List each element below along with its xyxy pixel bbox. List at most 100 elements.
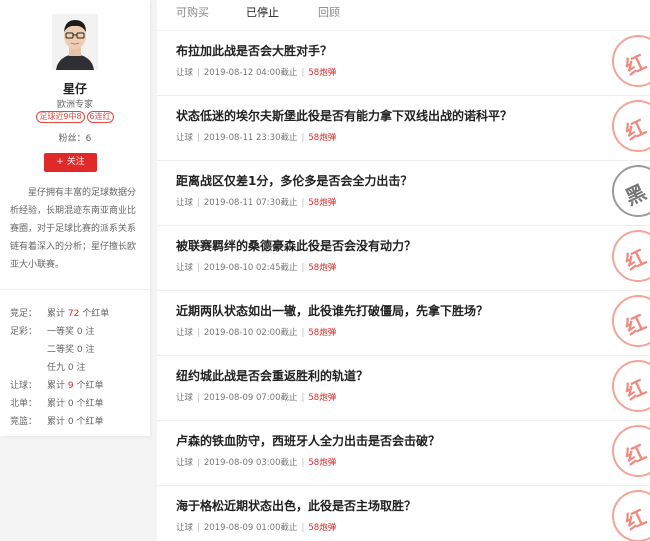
article-deadline: 2019-08-10 02:45截止 (203, 263, 298, 273)
article-deadline: 2019-08-09 07:00截止 (203, 393, 298, 403)
article-title[interactable]: 被联赛羁绊的桑德豪森此役是否会没有动力？ (176, 237, 416, 254)
meta-separator: | (197, 523, 200, 533)
avatar (52, 14, 98, 70)
article-deadline: 2019-08-11 23:30截止 (203, 133, 298, 143)
article-meta: 让球 | 2019-08-09 03:00截止 | 58炮弹 (176, 456, 336, 468)
meta-separator: | (301, 458, 305, 468)
article-meta: 让球 | 2019-08-09 07:00截止 | 58炮弹 (176, 391, 336, 403)
meta-separator: | (197, 263, 200, 273)
record-badge: 足球近9中8 (36, 111, 85, 123)
article-title[interactable]: 海于格松近期状态出色，此役是否主场取胜？ (176, 497, 416, 514)
article-title[interactable]: 布拉加此战是否会大胜对手？ (176, 42, 332, 59)
article-meta: 让球 | 2019-08-09 01:00截止 | 58炮弹 (176, 521, 336, 533)
article-price: 58炮弹 (308, 263, 337, 273)
meta-separator: | (301, 263, 305, 273)
meta-separator: | (197, 133, 200, 143)
article-title[interactable]: 纽约城此战是否会重返胜利的轨道？ (176, 367, 368, 384)
fans-count: 粉丝：6 (58, 134, 92, 144)
tab-review[interactable]: 回顾 (318, 4, 340, 20)
expert-bio: 星仔拥有丰富的足球数据分析经验，长期混迹东南亚商业比赛圈，对于足球比赛的派系关系… (10, 188, 137, 270)
stat-prefix: 累计 0 个红单 (47, 417, 104, 427)
result-stamp-icon: 黑 (612, 165, 650, 217)
result-stamp-icon: 红 (612, 35, 650, 87)
article-type: 让球 (176, 133, 194, 143)
stat-key: 足彩： (10, 327, 38, 337)
stamp-label: 红 (621, 309, 650, 340)
meta-separator: | (197, 328, 200, 338)
meta-separator: | (301, 68, 305, 78)
article-meta: 让球 | 2019-08-12 04:00截止 | 58炮弹 (176, 66, 336, 78)
stat-key: 竞足： (10, 309, 38, 319)
stamp-label: 红 (621, 114, 650, 145)
follow-button[interactable]: + 关注 (44, 153, 97, 172)
stat-prefix: 二等奖 0 注 (47, 345, 95, 355)
article-item[interactable]: 状态低迷的埃尔夫斯堡此役是否有能力拿下双线出战的诺科平？ 让球 | 2019-08-1… (157, 96, 650, 161)
article-deadline: 2019-08-09 01:00截止 (203, 523, 298, 533)
stamp-label: 红 (621, 439, 650, 470)
meta-separator: | (197, 198, 200, 208)
article-type: 让球 (176, 68, 194, 78)
article-meta: 让球 | 2019-08-10 02:45截止 | 58炮弹 (176, 261, 336, 273)
article-item[interactable]: 纽约城此战是否会重返胜利的轨道？ 让球 | 2019-08-09 07:00截止 | 58… (157, 356, 650, 421)
stat-suffix: 个红单 (73, 381, 104, 391)
result-stamp-icon: 红 (612, 360, 650, 412)
stat-value: 累计 9 个红单 (47, 377, 103, 395)
stat-value: 累计 0 个红单 (47, 413, 103, 431)
divider (0, 289, 150, 290)
tab-stopped[interactable]: 已停止 (246, 4, 279, 20)
article-type: 让球 (176, 263, 194, 273)
tab-available[interactable]: 可购买 (176, 4, 209, 20)
article-price: 58炮弹 (308, 523, 337, 533)
stat-prefix: 累计 (47, 309, 68, 319)
article-title[interactable]: 近期两队状态如出一辙，此役谁先打破僵局，先拿下胜场？ (176, 302, 488, 319)
result-stamp-icon: 红 (612, 425, 650, 477)
result-stamp-icon: 红 (612, 230, 650, 282)
meta-separator: | (301, 328, 305, 338)
article-title[interactable]: 距离战区仅差1分，多伦多是否会全力出击？ (176, 172, 412, 189)
article-item[interactable]: 距离战区仅差1分，多伦多是否会全力出击？ 让球 | 2019-08-11 07:30截… (157, 161, 650, 226)
profile-panel: 星仔 欧洲专家 足球近9中8 6连红 粉丝：6 + 关注 星仔拥有丰富的足球数据… (0, 0, 150, 436)
article-price: 58炮弹 (308, 198, 337, 208)
article-item[interactable]: 布拉加此战是否会大胜对手？ 让球 | 2019-08-12 04:00截止 | 58炮弹 红 (157, 31, 650, 96)
article-deadline: 2019-08-11 07:30截止 (203, 198, 298, 208)
badge-group: 足球近9中8 6连红 (0, 111, 150, 123)
stat-key: 北单： (10, 399, 38, 409)
article-deadline: 2019-08-10 02:00截止 (203, 328, 298, 338)
meta-separator: | (197, 458, 200, 468)
stat-prefix: 任九 0 注 (47, 363, 86, 373)
article-item[interactable]: 被联赛羁绊的桑德豪森此役是否会没有动力？ 让球 | 2019-08-10 02:45截… (157, 226, 650, 291)
stamp-label: 红 (621, 504, 650, 535)
stat-value: 累计 72 个红单 (47, 305, 109, 323)
article-price: 58炮弹 (308, 393, 337, 403)
article-deadline: 2019-08-12 04:00截止 (203, 68, 298, 78)
stamp-label: 红 (621, 374, 650, 405)
stat-number: 72 (67, 309, 80, 319)
article-deadline: 2019-08-09 03:00截止 (203, 458, 298, 468)
stat-suffix: 个红单 (79, 309, 110, 319)
article-list: 布拉加此战是否会大胜对手？ 让球 | 2019-08-12 04:00截止 | 58炮弹红… (157, 31, 650, 541)
stat-value: 累计 0 个红单 (47, 395, 103, 413)
tab-bar: 可购买 已停止 回顾 (157, 0, 650, 30)
article-title[interactable]: 卢森的铁血防守，西班牙人全力出击是否会击破？ (176, 432, 440, 449)
stamp-label: 黑 (621, 179, 650, 210)
article-type: 让球 (176, 523, 194, 533)
expert-page: 星仔 欧洲专家 足球近9中8 6连红 粉丝：6 + 关注 星仔拥有丰富的足球数据… (0, 0, 650, 541)
stat-key: 让球： (10, 381, 38, 391)
article-meta: 让球 | 2019-08-11 07:30截止 | 58炮弹 (176, 196, 336, 208)
article-title[interactable]: 状态低迷的埃尔夫斯堡此役是否有能力拿下双线出战的诺科平？ (176, 107, 512, 124)
article-item[interactable]: 近期两队状态如出一辙，此役谁先打破僵局，先拿下胜场？ 让球 | 2019-08-10 … (157, 291, 650, 356)
article-type: 让球 (176, 458, 194, 468)
article-item[interactable]: 卢森的铁血防守，西班牙人全力出击是否会击破？ 让球 | 2019-08-09 03:0… (157, 421, 650, 486)
stat-value: 一等奖 0 注 (47, 323, 94, 341)
article-price: 58炮弹 (308, 328, 337, 338)
article-type: 让球 (176, 393, 194, 403)
streak-badge: 6连红 (86, 111, 114, 123)
meta-separator: | (301, 198, 305, 208)
article-item[interactable]: 海于格松近期状态出色，此役是否主场取胜？ 让球 | 2019-08-09 01:00截… (157, 486, 650, 541)
meta-separator: | (197, 68, 200, 78)
meta-separator: | (197, 393, 200, 403)
expert-title: 欧洲专家 (56, 100, 93, 110)
stamp-label: 红 (621, 49, 650, 80)
stamp-label: 红 (621, 244, 650, 275)
article-type: 让球 (176, 198, 194, 208)
